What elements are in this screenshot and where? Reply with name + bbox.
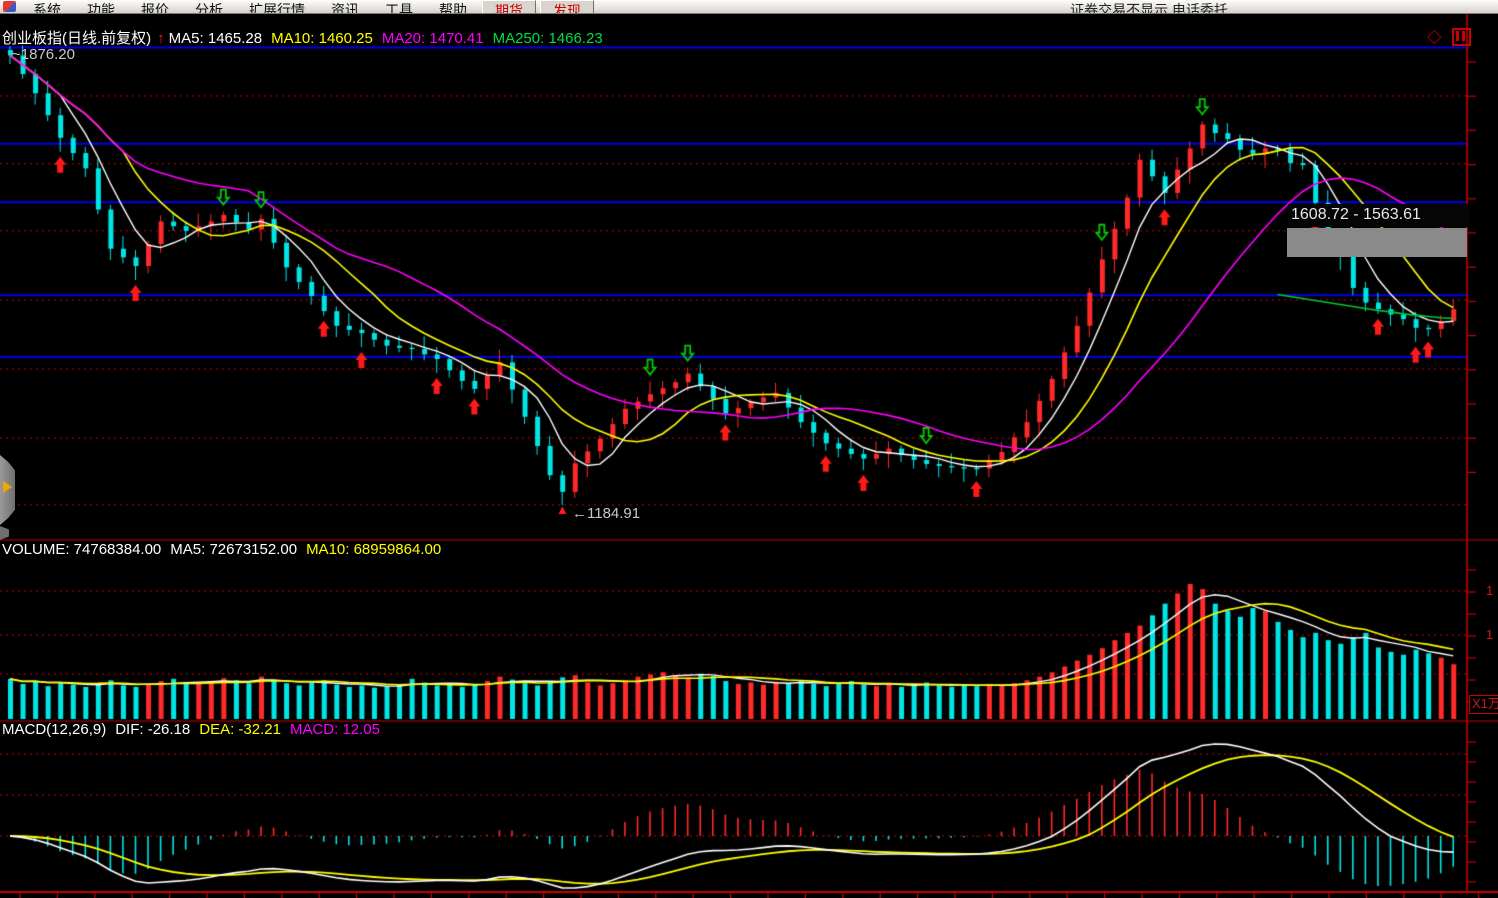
app-icon [3, 1, 16, 12]
ma250-value: MA250: 1466.23 [493, 30, 603, 47]
volume-ma5-value: MA5: 72673152.00 [170, 541, 297, 558]
macd-name: MACD(12,26,9) [2, 721, 106, 738]
macd-legend: MACD(12,26,9) DIF: -26.18 DEA: -32.21 MACD:… [2, 721, 389, 738]
high-price-annotation: ~1876.20 [12, 46, 75, 63]
menu-item-quotes[interactable]: 报价 [128, 0, 182, 14]
expander-arrow-icon[interactable] [3, 481, 12, 493]
ma20-value: MA20: 1470.41 [382, 30, 484, 47]
menu-item-discover[interactable]: 发现 [540, 0, 594, 14]
main-chart-legend: 创业板指(日线.前复权) ↑MA5: 1465.28 MA10: 1460.25 MA… [2, 27, 612, 48]
menu-item-analysis[interactable]: 分析 [182, 0, 236, 14]
dea-value: DEA: -32.21 [199, 721, 281, 738]
menu-item-function[interactable]: 功能 [74, 0, 128, 14]
trend-up-arrow-icon: ↑ [157, 30, 165, 47]
menu-item-system[interactable]: 系统 [20, 0, 74, 14]
menu-item-tools[interactable]: 工具 [372, 0, 426, 14]
volume-value: VOLUME: 74768384.00 [2, 541, 161, 558]
menu-bar: 系统 功能 报价 分析 扩展行情 资讯 工具 帮助 期货 发现 证券交易不显示 … [0, 0, 1498, 14]
gap-range-tooltip: 1608.72 - 1563.61 [1288, 204, 1468, 227]
menu-right-text: 证券交易不显示 电话委托 [1070, 0, 1228, 14]
dif-value: DIF: -26.18 [115, 721, 190, 738]
diamond-icon[interactable]: ◇ [1427, 25, 1442, 48]
menu-item-help[interactable]: 帮助 [426, 0, 480, 14]
ma10-value: MA10: 1460.25 [271, 30, 373, 47]
menu-item-futures[interactable]: 期货 [482, 0, 536, 14]
macd-value: MACD: 12.05 [290, 721, 380, 738]
gap-highlight-band [1287, 228, 1467, 257]
volume-axis-label-1: 1 [1486, 583, 1493, 598]
candle-chart-icon[interactable] [1452, 28, 1471, 46]
menu-item-news[interactable]: 资讯 [318, 0, 372, 14]
menu-item-extended[interactable]: 扩展行情 [236, 0, 318, 14]
volume-axis-label-2: 1 [1486, 627, 1493, 642]
chart-canvas[interactable] [0, 0, 1498, 898]
trading-app-window: 1608.72 - 1563.61 系统 功能 报价 分析 扩展行情 资讯 工具… [0, 0, 1498, 898]
ma5-value: MA5: 1465.28 [169, 30, 262, 47]
low-price-annotation: ←1184.91 [572, 505, 640, 522]
instrument-title: 创业板指(日线.前复权) [2, 27, 151, 48]
volume-legend: VOLUME: 74768384.00 MA5: 72673152.00 MA10:… [2, 541, 450, 558]
volume-multiplier-label: X1万 [1469, 695, 1498, 714]
low-price-marker-icon: ▲ [556, 502, 569, 517]
volume-ma10-value: MA10: 68959864.00 [306, 541, 441, 558]
